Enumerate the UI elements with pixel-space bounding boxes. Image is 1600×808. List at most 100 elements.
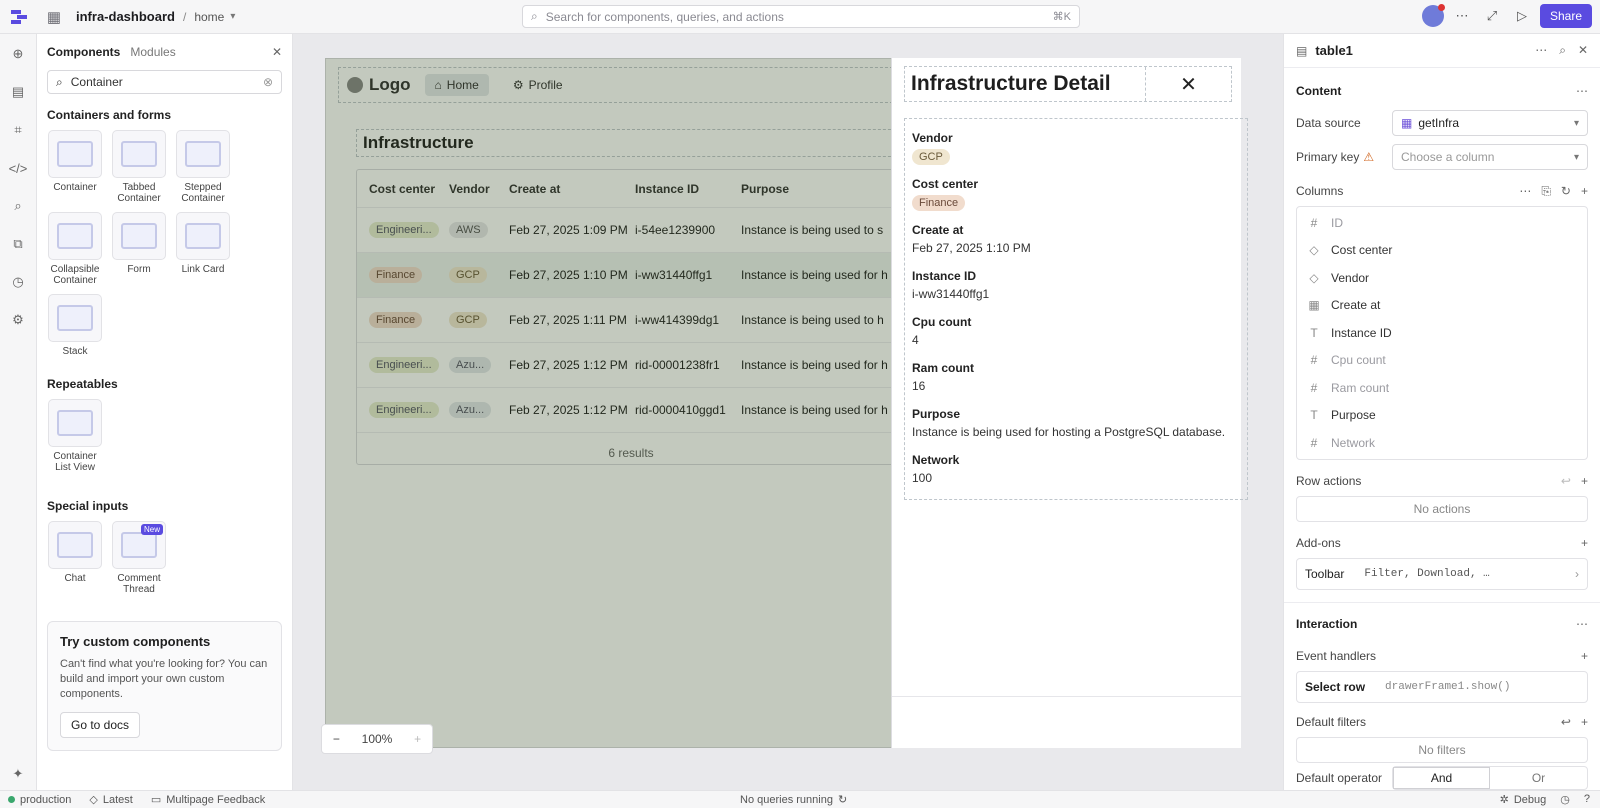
column-name: Purpose (1331, 408, 1376, 423)
retool-logo-icon[interactable] (8, 6, 30, 28)
close-icon[interactable]: ✕ (1145, 67, 1231, 101)
component-search-input[interactable]: ⌕ Container ⊗ (47, 70, 282, 94)
event-handler-item[interactable]: Select row drawerFrame1.show() (1296, 670, 1588, 703)
primary-key-select[interactable]: Choose a column ▾ (1392, 144, 1588, 170)
data-source-select[interactable]: ▦ getInfra ▾ (1392, 110, 1588, 136)
search-icon[interactable]: ⌕ (1559, 43, 1566, 58)
calendar-icon: ▦ (1308, 298, 1320, 313)
zoom-out-icon[interactable]: − (333, 732, 340, 746)
zoom-level[interactable]: 100% (362, 732, 393, 746)
operator-and[interactable]: And (1393, 766, 1490, 789)
component-name[interactable]: table1 (1315, 43, 1353, 58)
tag-icon: ◇ (1309, 270, 1319, 285)
drawer-footer (892, 696, 1242, 748)
add-icon[interactable]: + (1581, 649, 1588, 663)
field-label: Purpose (912, 407, 961, 421)
assist-sparkle-icon[interactable]: ✦ (6, 762, 30, 786)
settings-gear-icon[interactable]: ⚙ (6, 308, 30, 332)
column-item[interactable]: T Instance ID (1297, 319, 1587, 347)
clear-icon[interactable]: ⊗ (263, 75, 273, 89)
history-icon[interactable]: ◷ (1560, 793, 1570, 806)
top-bar: ▦ infra-dashboard / home ▾ ⌕ Search for … (0, 0, 1600, 34)
component-search-value: Container (70, 75, 123, 89)
comment-thread-thumb-icon: New (112, 521, 166, 569)
wrap-icon[interactable]: ↩ (1561, 715, 1571, 729)
add-icon[interactable]: + (1581, 536, 1588, 550)
close-icon[interactable]: ✕ (272, 45, 282, 59)
chevron-down-icon[interactable]: ▾ (230, 11, 235, 22)
drawer-overlay[interactable] (325, 58, 891, 748)
zoom-in-icon[interactable]: + (414, 732, 421, 746)
field-value: 4 (912, 333, 919, 347)
search-rail-icon[interactable]: ⌕ (6, 194, 30, 218)
search-placeholder: Search for components, queries, and acti… (545, 9, 784, 24)
component-chat[interactable]: Chat (47, 521, 103, 595)
column-item[interactable]: ◇ Vendor (1297, 264, 1587, 292)
operator-or[interactable]: Or (1490, 767, 1587, 789)
wrap-icon[interactable]: ↩ (1561, 474, 1571, 488)
tab-modules[interactable]: Modules (130, 45, 175, 59)
column-name: Vendor (1331, 270, 1370, 285)
add-icon[interactable]: + (1581, 715, 1588, 729)
share-button[interactable]: Share (1539, 4, 1592, 28)
history-icon[interactable]: ◷ (6, 270, 30, 294)
component-stepped-container[interactable]: Stepped Container (175, 130, 231, 204)
component-form[interactable]: Form (111, 212, 167, 286)
add-icon[interactable]: + (1581, 474, 1588, 488)
column-item[interactable]: # Network (1297, 429, 1587, 457)
help-icon[interactable]: ? (1584, 793, 1590, 806)
more-icon[interactable]: ⋯ (1576, 84, 1588, 98)
expand-icon[interactable]: ⤢ (1480, 4, 1504, 28)
debug-button[interactable]: ✲ Debug (1500, 793, 1547, 807)
more-icon[interactable]: ⋯ (1450, 4, 1474, 28)
column-item[interactable]: # ID (1297, 209, 1587, 237)
state-icon[interactable]: ⧉ (6, 232, 30, 256)
component-label: Container (53, 182, 97, 193)
column-item[interactable]: # Cpu count (1297, 347, 1587, 375)
add-component-icon[interactable]: ⊕ (6, 42, 30, 66)
global-search[interactable]: ⌕ Search for components, queries, and ac… (522, 5, 1080, 28)
component-tabbed-container[interactable]: Tabbed Container (111, 130, 167, 204)
column-item[interactable]: # Ram count (1297, 374, 1587, 402)
component-link-card[interactable]: Link Card (175, 212, 231, 286)
layout-icon[interactable]: ▦ (44, 7, 64, 27)
tab-components[interactable]: Components (47, 45, 120, 59)
inspector-header: ▤ table1 ⋯ ⌕ ✕ (1284, 34, 1600, 68)
component-collapsible-container[interactable]: Collapsible Container (47, 212, 103, 286)
refresh-icon[interactable]: ↻ (1561, 184, 1571, 199)
component-container[interactable]: Container (47, 130, 103, 204)
feedback-icon: ▭ (150, 794, 162, 806)
refresh-icon[interactable]: ↻ (838, 793, 847, 806)
code-icon[interactable]: </> (6, 156, 30, 180)
toolbar-addon[interactable]: Toolbar Filter, Download, … › (1296, 557, 1588, 590)
component-container-list-view[interactable]: Container List View (47, 399, 103, 473)
tree-icon[interactable]: ⌗ (6, 118, 30, 142)
environment-selector[interactable]: production (8, 794, 71, 806)
column-item[interactable]: T Purpose (1297, 402, 1587, 430)
column-item[interactable]: ▦ Create at (1297, 292, 1587, 320)
field-label: Network (912, 453, 960, 467)
collapsible-container-thumb-icon (48, 212, 102, 260)
feedback-link[interactable]: ▭ Multipage Feedback (150, 793, 265, 807)
page-selector[interactable]: home (194, 10, 224, 24)
component-label: Collapsible Container (50, 264, 100, 286)
pages-icon[interactable]: ▤ (6, 80, 30, 104)
component-stack[interactable]: Stack (47, 294, 103, 357)
go-to-docs-button[interactable]: Go to docs (60, 712, 141, 738)
chevron-down-icon: ▾ (1573, 151, 1579, 163)
add-icon[interactable]: + (1581, 184, 1588, 199)
column-item[interactable]: ◇ Cost center (1297, 237, 1587, 265)
field-label: Create at (912, 223, 964, 237)
version-selector[interactable]: ◇ Latest (89, 793, 132, 807)
component-label: Link Card (181, 264, 225, 275)
more-icon[interactable]: ⋯ (1576, 617, 1588, 631)
user-avatar[interactable] (1421, 4, 1445, 27)
app-name[interactable]: infra-dashboard (76, 9, 175, 24)
more-icon[interactable]: ⋯ (1519, 184, 1531, 199)
component-comment-thread[interactable]: New Comment Thread (111, 521, 167, 595)
more-icon[interactable]: ⋯ (1535, 43, 1547, 58)
preview-play-icon[interactable]: ▷ (1510, 4, 1534, 28)
edit-columns-icon[interactable]: ⎘ (1541, 184, 1551, 199)
section-repeatables: Repeatables (47, 377, 118, 391)
close-icon[interactable]: ✕ (1578, 43, 1588, 58)
